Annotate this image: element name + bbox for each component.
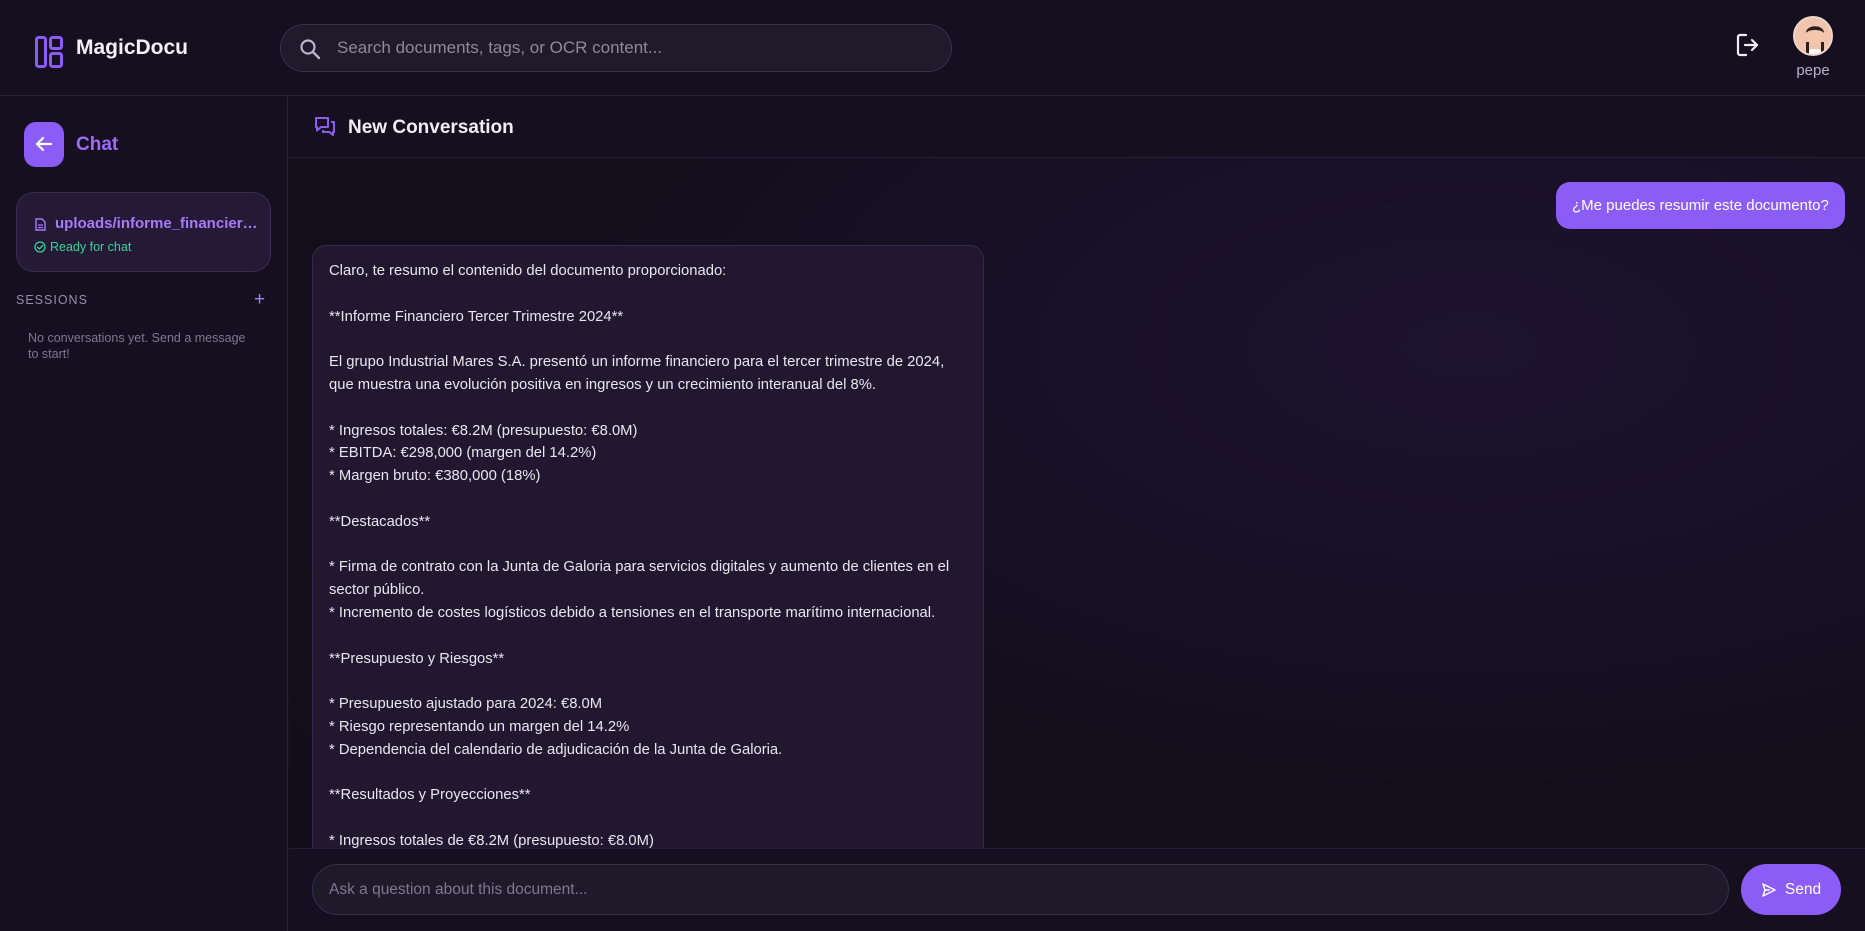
sidebar-title: Chat [76,134,119,155]
search-icon [300,39,321,60]
chat-bubbles-icon [315,117,335,136]
message-input[interactable] [312,864,1729,915]
sessions-label: SESSIONS [16,293,88,307]
arrow-left-icon [35,136,53,152]
check-circle-icon [34,241,46,253]
assistant-message-text: Claro, te resumo el contenido del docume… [329,263,950,849]
assistant-message: Claro, te resumo el contenido del docume… [312,245,984,865]
document-status: Ready for chat [34,240,131,254]
dashboard-logo-icon [35,36,63,68]
logout-icon[interactable] [1736,32,1760,58]
conversation-title: New Conversation [348,117,514,138]
sidebar: Chat uploads/informe_financiero_tercer_t… [0,97,288,931]
document-name: uploads/informe_financiero_tercer_trimes… [55,215,260,232]
user-message: ¿Me puedes resumir este documento? [1556,182,1845,229]
search-bar[interactable] [280,24,952,72]
composer: Send [289,848,1865,931]
add-session-button[interactable]: + [254,289,265,311]
top-bar: MagicDocu pepe [0,0,1865,96]
brand-name[interactable]: MagicDocu [76,36,188,60]
search-input[interactable] [337,25,937,71]
document-icon [35,218,46,231]
send-button[interactable]: Send [1741,864,1841,915]
conversation-header: New Conversation [289,97,1865,158]
document-status-text: Ready for chat [50,240,132,254]
avatar[interactable] [1793,16,1833,56]
chat-panel: New Conversation ¿Me puedes resumir este… [289,97,1865,931]
empty-sessions-text: No conversations yet. Send a message to … [28,331,246,361]
send-button-label: Send [1784,880,1822,898]
user-avatar-icon [1795,18,1831,54]
back-button[interactable] [24,122,64,167]
send-icon [1762,882,1776,897]
username-label: pepe [1796,62,1830,79]
document-card[interactable]: uploads/informe_financiero_tercer_trimes… [16,192,271,272]
